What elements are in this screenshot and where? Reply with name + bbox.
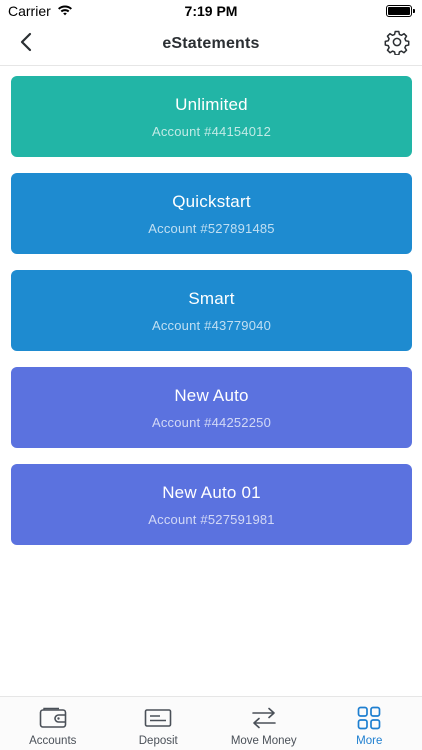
status-bar: Carrier 7:19 PM — [0, 0, 422, 22]
account-number: Account #527891485 — [148, 220, 275, 236]
carrier-label: Carrier — [8, 3, 51, 19]
back-button[interactable] — [12, 30, 40, 58]
account-card-quickstart[interactable]: Quickstart Account #527891485 — [11, 173, 412, 254]
check-deposit-icon — [144, 704, 172, 732]
settings-button[interactable] — [382, 29, 412, 59]
tab-accounts[interactable]: Accounts — [0, 697, 106, 750]
tab-label: Deposit — [138, 735, 178, 747]
account-name: New Auto 01 — [162, 482, 261, 502]
tab-label: Accounts — [29, 735, 77, 747]
account-number: Account #44154012 — [151, 123, 272, 139]
account-name: Quickstart — [172, 191, 251, 211]
transfer-arrows-icon — [250, 704, 278, 732]
status-left: Carrier — [8, 3, 73, 19]
tab-deposit[interactable]: Deposit — [106, 697, 212, 750]
wallet-icon — [39, 704, 67, 732]
account-name: New Auto — [174, 385, 249, 405]
tab-more[interactable]: More — [317, 697, 422, 750]
page-title: eStatements — [162, 34, 260, 52]
account-number: Account #44252250 — [151, 414, 272, 430]
account-number: Account #527591981 — [148, 511, 275, 527]
account-name: Smart — [188, 288, 235, 308]
navigation-bar: eStatements — [0, 22, 422, 66]
tab-label: Move Money — [230, 735, 297, 747]
account-number: Account #43779040 — [151, 317, 272, 333]
tab-label: More — [356, 735, 383, 747]
tab-move-money[interactable]: Move Money — [211, 697, 317, 750]
account-card-new-auto[interactable]: New Auto Account #44252250 — [11, 367, 412, 448]
account-name: Unlimited — [175, 94, 248, 114]
account-list: Unlimited Account #44154012 Quickstart A… — [11, 76, 412, 561]
tab-bar: Accounts Deposit Move Money More — [0, 696, 422, 750]
grid-icon — [357, 704, 381, 732]
gear-icon — [384, 29, 410, 60]
account-card-unlimited[interactable]: Unlimited Account #44154012 — [11, 76, 412, 157]
chevron-left-icon — [19, 32, 33, 57]
account-card-new-auto-01[interactable]: New Auto 01 Account #527591981 — [11, 464, 412, 545]
wifi-icon — [57, 3, 73, 19]
battery-icon — [386, 5, 415, 17]
account-card-smart[interactable]: Smart Account #43779040 — [11, 270, 412, 351]
